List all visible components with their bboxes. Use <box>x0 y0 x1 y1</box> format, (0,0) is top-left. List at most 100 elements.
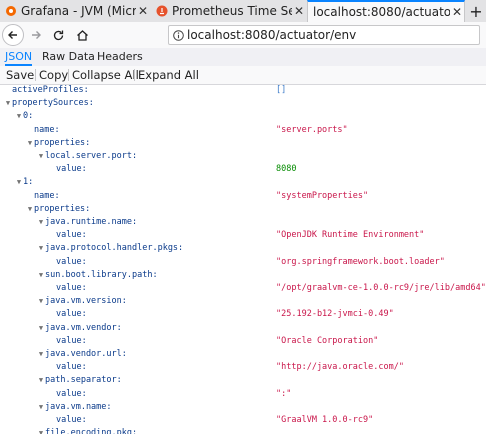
tree-row[interactable]: ▼ local.server.port: <box>0 150 486 163</box>
expand-toggle-icon[interactable]: ▼ <box>37 322 45 335</box>
tree-row[interactable]: ▼ properties: <box>0 137 486 150</box>
tree-value: "systemProperties" <box>276 190 369 201</box>
save-button[interactable]: Save <box>3 66 37 84</box>
viewer-tabs: JSON Raw Data Headers <box>0 48 486 67</box>
arrow-left-icon <box>8 31 17 39</box>
tree-key: name: <box>34 190 60 201</box>
tree-row[interactable]: ▼ propertySources: <box>0 97 486 110</box>
tree-key: propertySources: <box>12 98 94 109</box>
copy-button[interactable]: Copy <box>36 66 71 84</box>
tree-key: file.encoding.pkg: <box>45 428 138 434</box>
tree-key: name: <box>34 124 60 135</box>
expand-toggle-icon[interactable]: ▼ <box>37 150 45 163</box>
back-button[interactable] <box>2 24 24 46</box>
home-button[interactable] <box>72 25 92 45</box>
expand-toggle-icon[interactable]: ▼ <box>26 137 34 150</box>
close-icon[interactable]: ✕ <box>292 4 306 18</box>
address-bar[interactable]: localhost:8080/actuator/env <box>168 25 480 45</box>
expand-toggle-icon[interactable]: ▼ <box>37 295 45 308</box>
tree-key: value: <box>56 415 87 425</box>
close-icon[interactable]: ✕ <box>450 5 464 19</box>
expand-toggle-icon[interactable]: ▼ <box>4 97 12 110</box>
tree-key: local.server.port: <box>45 151 138 161</box>
tree-key: 1: <box>23 177 34 188</box>
tree-key: java.vendor.url: <box>45 349 127 359</box>
tab-title: localhost:8080/actuator/e <box>313 5 450 19</box>
expand-toggle-icon[interactable]: ▼ <box>37 242 45 255</box>
tree-row[interactable]: ▼ java.vm.name: <box>0 401 486 414</box>
arrow-right-icon <box>32 31 41 39</box>
tree-row: name: "systemProperties" <box>0 190 486 203</box>
tree-key: activeProfiles: <box>12 85 89 95</box>
tree-key: value: <box>56 283 87 293</box>
tab-raw-data[interactable]: Raw Data <box>42 48 95 66</box>
prometheus-icon <box>156 5 168 17</box>
tree-row[interactable]: ▼ path.separator: <box>0 374 486 387</box>
expand-toggle-icon[interactable]: ▼ <box>37 374 45 387</box>
expand-toggle-icon[interactable]: ▼ <box>37 401 45 414</box>
tree-row[interactable]: ▼ 1: <box>0 176 486 189</box>
tab-headers[interactable]: Headers <box>97 48 143 66</box>
tree-key: java.vm.version: <box>45 296 127 307</box>
tree-key: java.vm.vendor: <box>45 322 122 333</box>
tree-key: value: <box>56 256 87 267</box>
expand-toggle-icon[interactable]: ▼ <box>15 176 23 189</box>
tab-prometheus[interactable]: Prometheus Time Seri ✕ <box>151 0 306 22</box>
tree-row[interactable]: ▼ java.protocol.handler.pkgs: <box>0 242 486 255</box>
tab-actuator-env[interactable]: localhost:8080/actuator/e ✕ <box>307 0 465 22</box>
tab-title: Grafana - JVM (Microm <box>21 4 136 18</box>
tree-value: "/opt/graalvm-ce-1.0.0-rc9/jre/lib/amd64… <box>276 283 486 293</box>
expand-all-button[interactable]: Expand All <box>135 66 202 84</box>
tree-key: java.runtime.name: <box>45 217 138 227</box>
expand-toggle-icon[interactable]: ▼ <box>37 427 45 434</box>
tree-row: value: "http://java.oracle.com/" <box>0 361 486 374</box>
nav-bar: localhost:8080/actuator/env <box>0 22 486 49</box>
reload-button[interactable] <box>48 25 68 45</box>
tree-value: "http://java.oracle.com/" <box>276 362 404 373</box>
tree-value: 8080 <box>276 164 297 175</box>
tree-row[interactable]: ▼ 0: <box>0 110 486 123</box>
new-tab-button[interactable]: + <box>466 0 486 22</box>
expand-toggle-icon[interactable]: ▼ <box>26 203 34 216</box>
tree-row[interactable]: ▼ java.vm.vendor: <box>0 322 486 335</box>
plus-icon: + <box>469 1 483 21</box>
tree-key: value: <box>56 309 87 320</box>
tree-key: value: <box>56 388 87 399</box>
json-tree: activeProfiles:[] ▼ propertySources: ▼ 0: nam… <box>0 84 486 434</box>
tab-json[interactable]: JSON <box>5 48 33 66</box>
tree-row: activeProfiles: [] <box>0 84 486 97</box>
tree-value: "25.192-b12-jvmci-0.49" <box>276 309 394 320</box>
tree-key: 0: <box>23 111 34 122</box>
tree-key: path.separator: <box>45 375 122 386</box>
expand-toggle-icon[interactable]: ▼ <box>15 110 23 123</box>
expand-toggle-icon[interactable]: ▼ <box>37 216 45 229</box>
viewer-toolbar: Save Copy Collapse All Expand All <box>0 66 486 85</box>
tree-row: value: "Oracle Corporation" <box>0 335 486 348</box>
tree-key: value: <box>56 230 87 241</box>
expand-toggle-icon[interactable]: ▼ <box>37 348 45 361</box>
tree-row[interactable]: ▼ java.vm.version: <box>0 295 486 308</box>
tree-row: value: "org.springframework.boot.loader" <box>0 256 486 269</box>
expand-toggle-icon[interactable]: ▼ <box>37 269 45 282</box>
tree-row: value: 8080 <box>0 163 486 176</box>
tree-key: value: <box>56 335 87 346</box>
tree-key: sun.boot.library.path: <box>45 269 158 280</box>
tree-row[interactable]: ▼ sun.boot.library.path: <box>0 269 486 282</box>
forward-button[interactable] <box>26 25 46 45</box>
tree-row[interactable]: ▼ properties: <box>0 203 486 216</box>
tree-row: name: "server.ports" <box>0 124 486 137</box>
tree-key: properties: <box>34 203 91 214</box>
tree-row[interactable]: ▼ java.runtime.name: <box>0 216 486 229</box>
tab-grafana[interactable]: Grafana - JVM (Microm ✕ <box>0 0 150 22</box>
close-icon[interactable]: ✕ <box>136 4 150 18</box>
tree-row[interactable]: ▼ java.vendor.url: <box>0 348 486 361</box>
reload-icon <box>53 30 63 40</box>
tree-key: java.protocol.handler.pkgs: <box>45 243 184 254</box>
collapse-all-button[interactable]: Collapse All <box>69 66 142 84</box>
grafana-icon <box>6 6 16 16</box>
tree-key: properties: <box>34 137 91 148</box>
tree-row[interactable]: ▼ file.encoding.pkg: <box>0 427 486 434</box>
info-icon[interactable] <box>169 29 187 41</box>
tab-title: Prometheus Time Seri <box>172 4 292 18</box>
tree-key: value: <box>56 164 87 175</box>
